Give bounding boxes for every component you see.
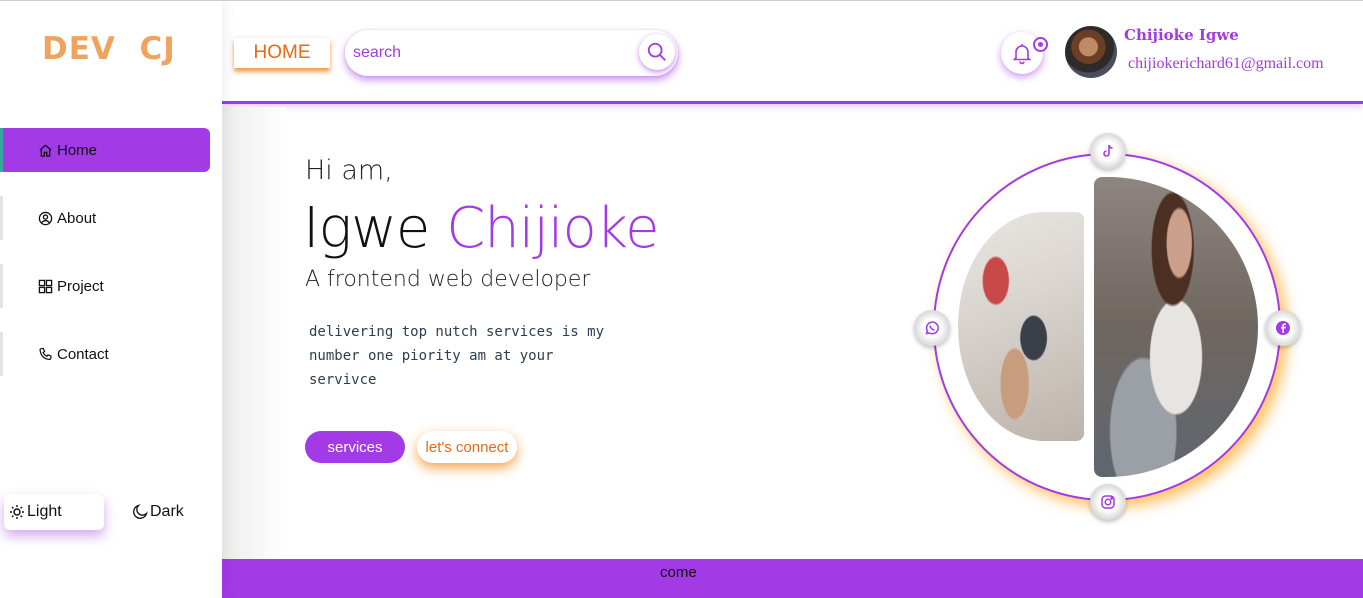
footer: come (222, 559, 1363, 598)
sidebar-item-label: Project (57, 277, 104, 295)
sun-icon (10, 505, 24, 519)
search-icon (647, 42, 666, 61)
hero-first-name: Igwe (303, 196, 430, 261)
hero-role: A frontend web developer (305, 267, 591, 292)
search-button[interactable] (639, 34, 675, 70)
user-email: chijiokerichard61@gmail.com (1128, 55, 1324, 72)
theme-dark-label: Dark (150, 503, 184, 520)
whatsapp-link[interactable] (914, 310, 950, 346)
user-name: Chijioke Igwe (1124, 26, 1239, 44)
phone-icon (37, 346, 53, 362)
hero-description: delivering top nutch services is my numb… (309, 324, 605, 388)
sidebar-item-project[interactable]: Project (0, 264, 210, 308)
grid-icon (37, 278, 53, 294)
sidebar-item-home[interactable]: Home (0, 128, 210, 172)
facebook-link[interactable] (1265, 310, 1301, 346)
tiktok-link[interactable] (1090, 133, 1126, 169)
main-edge-shadow (222, 107, 286, 559)
instagram-link[interactable] (1090, 484, 1126, 520)
tiktok-icon (1103, 144, 1113, 157)
logo: DEV CJ (42, 31, 176, 67)
sidebar-item-label: Contact (57, 345, 109, 363)
home-icon (37, 142, 53, 158)
theme-dark-button[interactable]: Dark (132, 494, 184, 530)
top-header: HOME Chijioke Igwe chijiokerichard61@gma… (222, 1, 1363, 104)
home-button[interactable]: HOME (234, 38, 330, 68)
connect-button[interactable]: let's connect (417, 431, 517, 463)
hero-name: Igwe Chijioke (303, 196, 660, 261)
sidebar: DEV CJ Home About Project Contact Light … (0, 1, 222, 598)
search-bar (345, 30, 678, 76)
user-circle-icon (37, 210, 53, 226)
sidebar-item-about[interactable]: About (0, 196, 210, 240)
greeting: Hi am, (305, 155, 393, 186)
instagram-icon (1101, 495, 1115, 509)
footer-text: come (660, 564, 697, 581)
services-button[interactable]: services (305, 431, 405, 463)
theme-light-label: Light (27, 503, 62, 520)
avatar[interactable] (1065, 26, 1117, 78)
search-input[interactable] (353, 41, 623, 65)
sidebar-item-label: About (57, 209, 97, 227)
facebook-icon (1276, 321, 1290, 335)
notification-indicator (1033, 37, 1048, 52)
theme-light-button[interactable]: Light (4, 494, 104, 530)
sidebar-item-label: Home (57, 141, 98, 159)
whatsapp-icon (925, 321, 939, 335)
bell-icon (1012, 44, 1032, 65)
sidebar-item-contact[interactable]: Contact (0, 332, 210, 376)
hero-last-name: Chijioke (446, 196, 659, 261)
moon-icon (133, 504, 148, 519)
